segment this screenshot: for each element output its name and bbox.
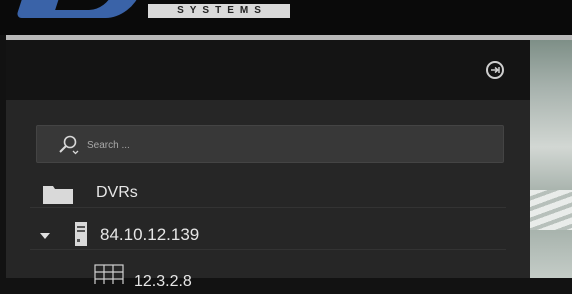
app-header: SYSTEMS [0,0,572,35]
brand-wordmark: SYSTEMS [148,4,290,18]
pin-icon [491,66,500,74]
panel-toolbar [6,40,530,100]
search-box[interactable] [36,125,504,163]
tree-item-camera[interactable]: 12.3.2.8 [30,264,506,294]
search-icon [59,135,79,155]
tree-item-label: 12.3.2.8 [134,273,192,290]
camera-grid-icon [94,264,124,284]
tree-item-server[interactable]: 84.10.12.139 [30,220,506,250]
folder-icon [43,186,73,204]
tree-item-label: DVRs [96,184,138,201]
tree-item-dvrs[interactable]: DVRs [30,178,506,208]
server-icon [75,222,87,246]
search-input[interactable] [87,136,487,154]
tree-item-label: 84.10.12.139 [100,225,200,244]
expand-arrow-icon[interactable] [40,233,50,239]
video-preview[interactable] [530,40,572,278]
pin-button[interactable] [486,61,504,79]
device-panel: DVRs 84.10.12.139 12.3.2.8 [6,40,530,290]
